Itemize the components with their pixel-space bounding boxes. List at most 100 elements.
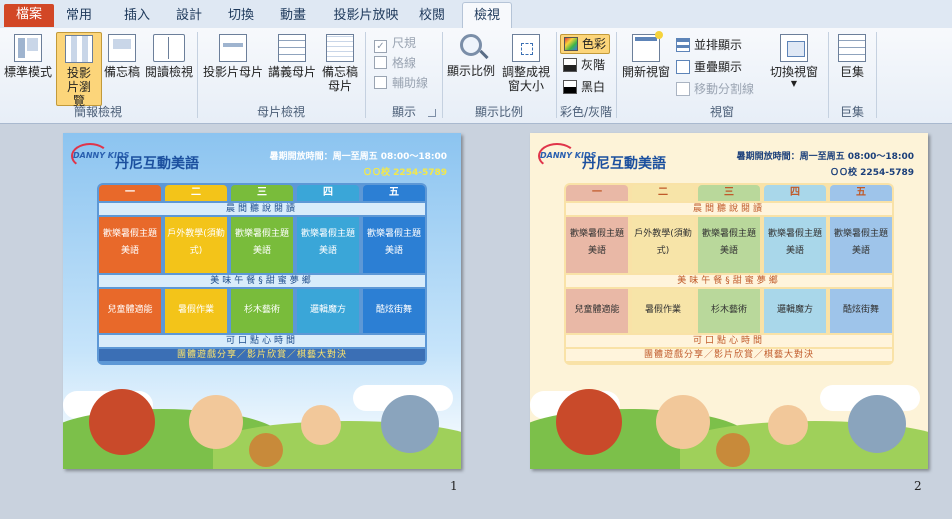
handout-master-icon <box>278 34 306 62</box>
tab-slideshow[interactable]: 投影片放映 <box>326 5 406 27</box>
slide-thumbnail-2[interactable]: DANNY KIDS 丹尼互動美語 暑期開放時間：周一至周五 08:00～18:… <box>530 133 928 469</box>
color-button[interactable]: 色彩 <box>560 34 611 54</box>
macros-button[interactable]: 巨集 <box>832 32 872 104</box>
ruler-checkbox[interactable]: ✓ 尺規 <box>374 34 416 53</box>
day-header: 四 <box>297 185 359 201</box>
new-window-label: 開新視窗 <box>621 65 670 79</box>
tab-file[interactable]: 檔案 <box>4 4 54 27</box>
macros-icon <box>838 34 866 62</box>
move-split-label: 移動分割線 <box>694 82 755 96</box>
new-window-button[interactable]: 開新視窗 <box>620 31 672 104</box>
arrange-all-icon <box>676 38 690 52</box>
ribbon-separator <box>876 32 877 118</box>
schedule-cell: 兒童體適能 <box>566 289 628 333</box>
notes-master-button[interactable]: 備忘稿母片 <box>320 32 360 104</box>
tab-insert[interactable]: 插入 <box>116 5 158 27</box>
black-white-label: 黑白 <box>581 80 606 94</box>
group-zoom: 顯示比例 調整成視窗大小 顯示比例 <box>444 30 554 120</box>
chevron-down-icon: ▼ <box>790 79 798 88</box>
slide-sorter-button[interactable]: 投影片瀏覽 <box>56 32 102 108</box>
group-master-views: 投影片母片 講義母片 備忘稿母片 母片檢視 <box>200 30 362 120</box>
cascade-icon <box>676 60 690 74</box>
cartoon-king <box>89 389 155 455</box>
slide-thumbnail-1[interactable]: DANNY KIDS 丹尼互動美語 暑期開放時間：周一至周五 08:00～18:… <box>63 133 461 469</box>
tab-view[interactable]: 檢視 <box>462 2 512 29</box>
slide-sorter-icon <box>65 35 93 63</box>
group-label-presentation-views: 簡報檢視 <box>73 105 122 119</box>
reading-view-button[interactable]: 閱讀檢視 <box>144 32 194 104</box>
checkbox-icon <box>374 76 387 89</box>
schedule-board: 一 二 三 四 五 晨間聽說閱讀 歡樂暑假主題美語 戶外教學(須勤式) 歡樂暑假… <box>97 183 427 365</box>
cartoon-king <box>556 389 622 455</box>
schedule-cell: 邏輯魔方 <box>764 289 826 333</box>
color-label: 色彩 <box>582 37 607 51</box>
color-swatch-icon <box>564 37 578 51</box>
schedule-cell: 歡樂暑假主題美語 <box>764 217 826 273</box>
tab-transitions[interactable]: 切換 <box>220 5 262 27</box>
move-split-button[interactable]: 移動分割線 <box>676 80 754 98</box>
gridlines-checkbox[interactable]: 格線 <box>374 54 416 72</box>
normal-view-icon <box>14 34 42 62</box>
group-label-window: 視窗 <box>709 105 734 119</box>
switch-windows-icon <box>780 34 808 62</box>
dialog-launcher-icon[interactable] <box>428 109 436 117</box>
grayscale-swatch-icon <box>563 58 577 72</box>
reading-view-icon <box>153 34 185 62</box>
schedule-cell: 杉木藝術 <box>698 289 760 333</box>
zoom-button[interactable]: 顯示比例 <box>446 32 496 104</box>
schedule-cell: 歡樂暑假主題美語 <box>830 217 892 273</box>
checkbox-checked-icon: ✓ <box>374 40 387 53</box>
cascade-label: 重疊顯示 <box>694 60 743 74</box>
tab-animations[interactable]: 動畫 <box>272 5 314 27</box>
cartoon-boy <box>189 395 243 449</box>
gridlines-label: 格線 <box>392 56 417 70</box>
cascade-button[interactable]: 重疊顯示 <box>676 58 742 76</box>
schedule-band: 可口點心時間 <box>99 335 425 347</box>
tab-home[interactable]: 常用 <box>58 5 100 27</box>
day-header: 五 <box>363 185 425 201</box>
ribbon-separator <box>828 32 829 118</box>
cartoon-girl <box>768 405 808 445</box>
brand-title: 丹尼互動美語 <box>582 156 666 172</box>
schedule-band: 美味午餐§甜蜜夢鄉 <box>99 275 425 287</box>
tab-design[interactable]: 設計 <box>168 5 210 27</box>
notes-master-icon <box>326 34 354 62</box>
group-label-color-grayscale: 彩色/灰階 <box>559 105 613 119</box>
day-header: 一 <box>99 185 161 201</box>
day-header: 四 <box>764 185 826 201</box>
switch-windows-button[interactable]: 切換視窗 ▼ <box>766 32 822 104</box>
group-label-master-views: 母片檢視 <box>256 105 305 119</box>
slide-master-button[interactable]: 投影片母片 <box>202 32 264 104</box>
ribbon-separator <box>197 32 198 118</box>
black-white-button[interactable]: 黑白 <box>563 78 605 96</box>
schedule-cell: 暑假作業 <box>165 289 227 333</box>
notes-page-button[interactable]: 備忘稿 <box>102 32 142 104</box>
handout-master-button[interactable]: 講義母片 <box>266 32 318 104</box>
day-header: 三 <box>698 185 760 201</box>
ribbon: 標準模式 投影片瀏覽 備忘稿 閱讀檢視 簡報檢視 投影片母片 講義母片 備忘稿母… <box>0 28 952 124</box>
fit-to-window-button[interactable]: 調整成視窗大小 <box>500 32 552 104</box>
phone-text: ＯＯ校 2254-5789 <box>830 168 914 178</box>
slide-sorter-label: 投影片瀏覽 <box>66 66 91 108</box>
schedule-cell: 歡樂暑假主題美語 <box>231 217 293 273</box>
cartoon-old-man <box>848 395 906 453</box>
schedule-cell: 歡樂暑假主題美語 <box>297 217 359 273</box>
day-header: 五 <box>830 185 892 201</box>
normal-view-button[interactable]: 標準模式 <box>2 32 54 104</box>
ribbon-separator <box>365 32 366 118</box>
schedule-cell: 兒童體適能 <box>99 289 161 333</box>
move-split-icon <box>676 82 690 96</box>
brand-title: 丹尼互動美語 <box>115 156 199 172</box>
ribbon-separator <box>556 32 557 118</box>
day-header: 三 <box>231 185 293 201</box>
slide-number-2: 2 <box>914 479 922 493</box>
guides-checkbox[interactable]: 輔助線 <box>374 74 428 92</box>
tab-review[interactable]: 校閱 <box>410 5 454 27</box>
schedule-cell: 戶外教學(須勤式) <box>632 217 694 273</box>
notes-master-label: 備忘稿母片 <box>322 65 359 93</box>
day-header: 二 <box>632 185 694 201</box>
fit-to-window-icon <box>512 34 540 62</box>
grayscale-button[interactable]: 灰階 <box>563 56 605 74</box>
arrange-all-button[interactable]: 並排顯示 <box>676 36 742 54</box>
schedule-band: 晨間聽說閱讀 <box>566 203 892 215</box>
